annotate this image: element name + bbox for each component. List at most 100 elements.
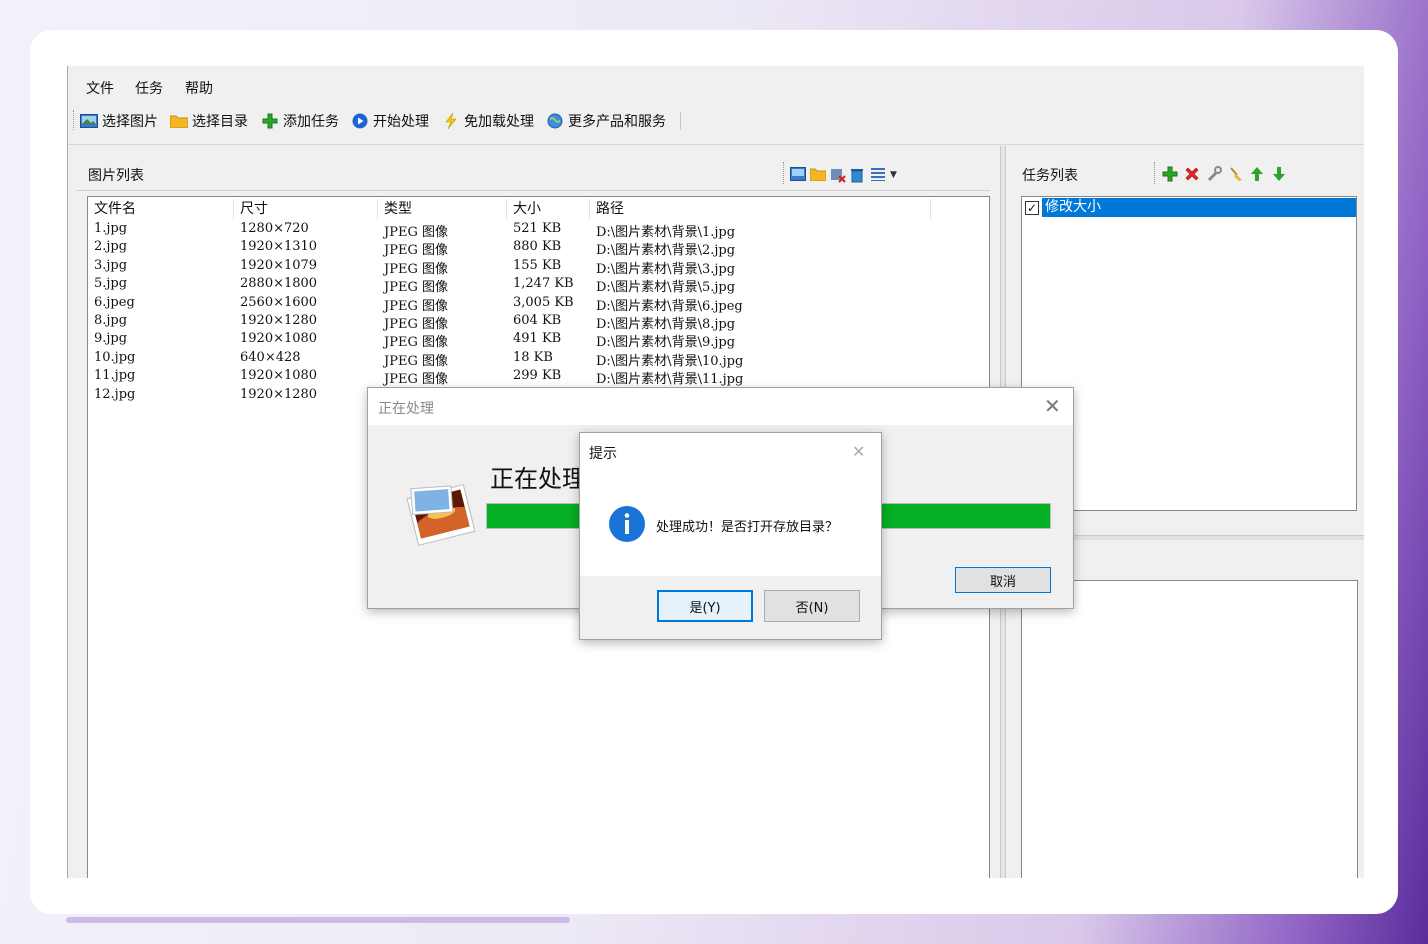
- task-checkbox[interactable]: ✓: [1025, 201, 1039, 215]
- cell-path: D:\图片素材\背景\11.jpg: [596, 372, 744, 388]
- remove-image-icon[interactable]: [830, 167, 846, 183]
- table-row[interactable]: 2.jpg 1920×1310 JPEG 图像 880 KB D:\图片素材\背景\2.…: [88, 239, 989, 259]
- cell-filesize: 491 KB: [513, 331, 562, 347]
- image-list-toolbar: ▼: [790, 167, 897, 183]
- task-toolbar-grip: [1154, 162, 1155, 184]
- panel-divider: [76, 190, 990, 191]
- select-image-button[interactable]: 选择图片: [80, 110, 158, 132]
- progress-dialog-title: 正在处理: [378, 401, 434, 417]
- menu-help[interactable]: 帮助: [185, 78, 213, 98]
- play-icon: [351, 113, 369, 129]
- cell-filesize: 155 KB: [513, 257, 562, 273]
- photo-icon: [406, 483, 476, 551]
- cell-size: 1920×1280: [240, 386, 318, 402]
- wrench-icon[interactable]: [1206, 166, 1222, 182]
- cell-filesize: 18 KB: [513, 349, 553, 365]
- image-list-title: 图片列表: [88, 168, 144, 184]
- trash-icon[interactable]: [850, 167, 866, 183]
- cell-size: 2560×1600: [240, 294, 318, 310]
- cell-filesize: 299 KB: [513, 368, 562, 384]
- table-row[interactable]: 10.jpg 640×428 JPEG 图像 18 KB D:\图片素材\背景\10.j…: [88, 349, 989, 369]
- task-toolbar: [1162, 166, 1288, 182]
- select-dir-button[interactable]: 选择目录: [170, 110, 248, 132]
- cell-size: 2880×1800: [240, 276, 318, 292]
- cell-type: JPEG 图像: [384, 317, 448, 332]
- cell-path: D:\图片素材\背景\6.jpeg: [596, 298, 743, 314]
- column-header-name[interactable]: 文件名: [88, 199, 234, 219]
- task-item-label: 修改大小: [1042, 198, 1356, 217]
- table-row[interactable]: 9.jpg 1920×1080 JPEG 图像 491 KB D:\图片素材\背景\9.…: [88, 331, 989, 351]
- more-products-button[interactable]: 更多产品和服务: [546, 110, 666, 132]
- chevron-down-icon[interactable]: ▼: [890, 170, 897, 180]
- cell-filesize: 3,005 KB: [513, 294, 574, 310]
- column-header-filesize[interactable]: 大小: [507, 199, 590, 219]
- table-row[interactable]: 8.jpg 1920×1280 JPEG 图像 604 KB D:\图片素材\背景\8.…: [88, 313, 989, 332]
- mini-toolbar-grip: [783, 162, 784, 184]
- column-header-size[interactable]: 尺寸: [234, 199, 378, 219]
- toolbar-grip: [73, 110, 74, 130]
- prompt-button-area: 是(Y) 否(N): [580, 576, 881, 639]
- progress-dialog-titlebar: 正在处理 ✕: [368, 388, 1073, 425]
- cell-name: 5.jpg: [94, 276, 128, 292]
- globe-icon: [546, 113, 564, 129]
- free-load-button[interactable]: 免加载处理: [442, 110, 534, 132]
- column-header-path[interactable]: 路径: [590, 199, 931, 219]
- cell-type: JPEG 图像: [384, 280, 448, 296]
- select-dir-label: 选择目录: [192, 114, 248, 130]
- cell-type: JPEG 图像: [384, 243, 448, 259]
- broom-icon[interactable]: [1228, 166, 1244, 182]
- table-row[interactable]: 6.jpeg 2560×1600 JPEG 图像 3,005 KB D:\图片素材\背景…: [88, 294, 989, 314]
- prompt-message: 处理成功！是否打开存放目录？: [656, 520, 839, 535]
- cell-type: JPEG 图像: [384, 353, 448, 369]
- cell-name: 6.jpeg: [94, 294, 135, 310]
- table-row[interactable]: 3.jpg 1920×1079 JPEG 图像 155 KB D:\图片素材\背景\3.…: [88, 257, 989, 277]
- close-icon[interactable]: ✕: [852, 442, 865, 462]
- cell-filesize: 880 KB: [513, 239, 562, 255]
- cell-path: D:\图片素材\背景\5.jpg: [596, 280, 736, 296]
- column-header-type[interactable]: 类型: [378, 199, 507, 219]
- cell-size: 1920×1079: [240, 257, 318, 273]
- cell-filesize: 1,247 KB: [513, 276, 574, 292]
- table-row[interactable]: 11.jpg 1920×1080 JPEG 图像 299 KB D:\图片素材\背景\1…: [88, 368, 989, 388]
- cell-path: D:\图片素材\背景\1.jpg: [596, 225, 736, 240]
- picture-icon[interactable]: [790, 167, 806, 183]
- start-button[interactable]: 开始处理: [351, 110, 429, 132]
- cell-path: D:\图片素材\背景\3.jpg: [596, 261, 736, 277]
- menu-file[interactable]: 文件: [86, 78, 114, 98]
- cell-name: 2.jpg: [94, 239, 128, 255]
- folder-icon: [170, 113, 188, 129]
- cell-name: 8.jpg: [94, 313, 128, 328]
- horizontal-scrollbar[interactable]: [66, 917, 570, 923]
- add-icon[interactable]: [1162, 166, 1178, 182]
- yes-button[interactable]: 是(Y): [657, 590, 753, 622]
- task-item[interactable]: ✓ 修改大小: [1022, 198, 1356, 218]
- cell-path: D:\图片素材\背景\8.jpg: [596, 317, 736, 332]
- cell-type: JPEG 图像: [384, 225, 448, 240]
- menu-task[interactable]: 任务: [135, 78, 163, 98]
- list-view-icon[interactable]: [870, 167, 886, 183]
- cell-size: 1920×1280: [240, 313, 318, 328]
- prompt-dialog-title: 提示: [589, 446, 617, 462]
- cell-type: JPEG 图像: [384, 372, 448, 388]
- cancel-button[interactable]: 取消: [955, 567, 1051, 593]
- no-button[interactable]: 否(N): [764, 590, 860, 622]
- add-task-button[interactable]: 添加任务: [261, 110, 339, 132]
- cell-path: D:\图片素材\背景\9.jpg: [596, 335, 736, 351]
- cell-name: 12.jpg: [94, 386, 136, 402]
- plus-icon: [261, 113, 279, 129]
- arrow-up-icon[interactable]: [1250, 166, 1266, 182]
- cell-size: 1920×1080: [240, 331, 318, 347]
- cell-name: 11.jpg: [94, 368, 136, 384]
- toolbar-divider: [68, 144, 1364, 145]
- cell-name: 3.jpg: [94, 257, 128, 273]
- close-icon[interactable]: ✕: [1044, 396, 1061, 416]
- arrow-down-icon[interactable]: [1272, 166, 1288, 182]
- table-row[interactable]: 5.jpg 2880×1800 JPEG 图像 1,247 KB D:\图片素材\背景\…: [88, 276, 989, 296]
- table-row[interactable]: 1.jpg 1280×720 JPEG 图像 521 KB D:\图片素材\背景\1.j…: [88, 221, 989, 240]
- cell-size: 1920×1080: [240, 368, 318, 384]
- delete-icon[interactable]: [1184, 166, 1200, 182]
- start-label: 开始处理: [373, 114, 429, 130]
- free-load-label: 免加载处理: [464, 114, 534, 130]
- folder-icon[interactable]: [809, 167, 827, 183]
- task-detail-box: [1021, 580, 1358, 878]
